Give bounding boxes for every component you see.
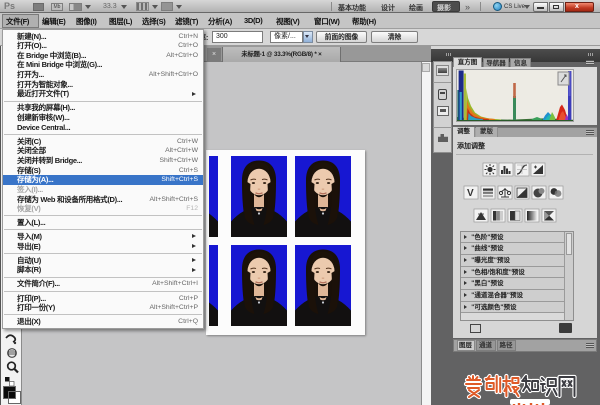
svg-text:V: V [467,188,474,199]
